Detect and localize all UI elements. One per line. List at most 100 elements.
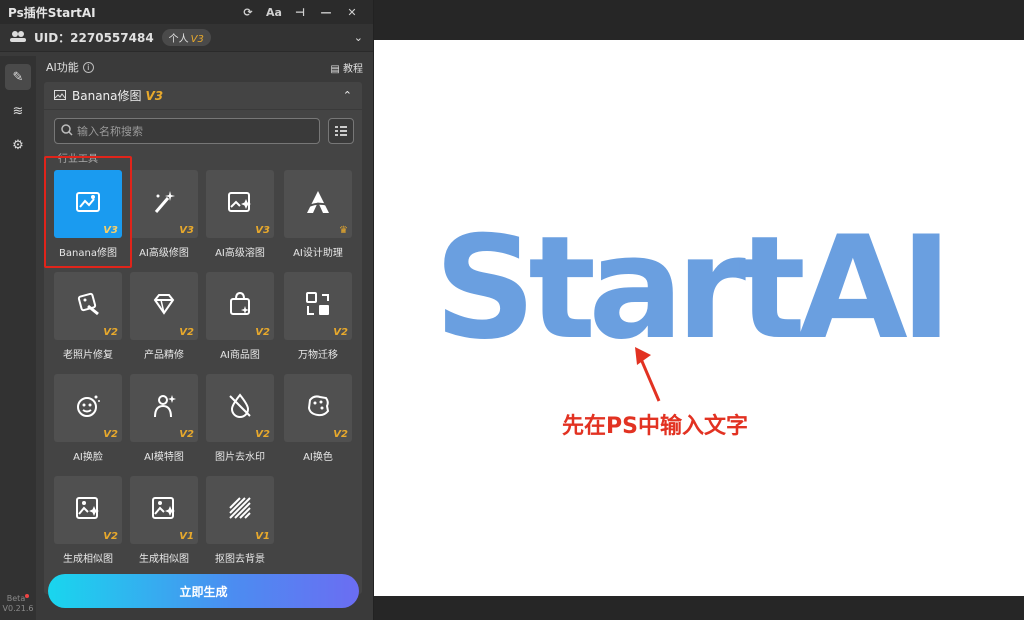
tool-tile-box[interactable]: V1: [206, 476, 274, 544]
tool-tile[interactable]: V2 图片去水印: [206, 374, 274, 463]
image-sparkle-icon: [226, 188, 254, 220]
list-view-icon: [335, 126, 347, 136]
similar-image-icon: [74, 494, 102, 526]
main-content: AI功能 i ▤ 教程 Banana修图 V3 ⌃ 行: [36, 56, 373, 620]
pin-icon[interactable]: ⊣: [287, 6, 313, 19]
tool-tile[interactable]: V2 AI模特图: [130, 374, 198, 463]
section-title: AI功能: [46, 61, 79, 74]
tool-tile[interactable]: V3 AI高级修图: [130, 170, 198, 259]
tool-tile[interactable]: V2 生成相似图: [54, 476, 122, 565]
left-sidebar: ✎ ≋ ⚙ Beta V0.21.6: [0, 56, 36, 620]
section-header: AI功能 i ▤ 教程: [36, 56, 373, 78]
edit-pen-icon[interactable]: ✎: [5, 64, 31, 90]
tool-tile-box[interactable]: V1: [130, 476, 198, 544]
shopping-bag-icon: [226, 290, 254, 322]
design-a-icon: [304, 188, 332, 220]
title-bar: Ps插件StartAI ⟳ Aa ⊣ — ✕: [0, 0, 373, 24]
font-size-icon[interactable]: Aa: [261, 6, 287, 19]
tool-tile-box[interactable]: V2: [130, 374, 198, 442]
version-badge: V2: [255, 327, 270, 338]
tool-tile[interactable]: V2 AI商品图: [206, 272, 274, 361]
users-icon: [10, 30, 26, 45]
search-icon: [61, 123, 73, 139]
palette-icon: [304, 392, 332, 424]
diamond-icon: [150, 290, 178, 322]
accordion-version: V3: [145, 88, 164, 103]
tool-tile-box[interactable]: V2: [54, 476, 122, 544]
version-badge: V2: [103, 327, 118, 338]
search-box[interactable]: [54, 118, 320, 144]
tool-tile[interactable]: V3 AI高级溶图: [206, 170, 274, 259]
remove-watermark-icon: [226, 392, 254, 424]
version-number: V0.21.6: [2, 604, 34, 613]
user-bar[interactable]: UID：2270557484 个人 V3 ⌄: [0, 24, 373, 52]
tool-tile[interactable]: V2 AI换色: [284, 374, 352, 463]
tool-tile-box[interactable]: V2: [54, 374, 122, 442]
tool-label: AI设计助理: [293, 248, 343, 259]
tool-label: AI高级修图: [139, 248, 189, 259]
tool-label: AI模特图: [144, 452, 184, 463]
beta-label: Beta: [0, 594, 36, 604]
version-badge: V1: [179, 531, 194, 542]
tool-tile[interactable]: V2 AI换脸: [54, 374, 122, 463]
document-canvas[interactable]: StartAI 先在PS中输入文字: [374, 40, 1024, 596]
magic-wand-icon: [150, 188, 178, 220]
tool-label: 产品精修: [144, 350, 184, 361]
version-badge: V2: [179, 429, 194, 440]
tool-label: 万物迁移: [298, 350, 338, 361]
tool-tile[interactable]: ♛ AI设计助理: [284, 170, 352, 259]
tool-tile-box[interactable]: V3: [130, 170, 198, 238]
tool-label: AI商品图: [220, 350, 260, 361]
user-id: UID：2270557484: [34, 31, 154, 45]
tool-tile[interactable]: V2 老照片修复: [54, 272, 122, 361]
image-icon: [54, 89, 66, 103]
selection-highlight-box: [44, 156, 132, 268]
tool-label: AI高级溶图: [215, 248, 265, 259]
version-badge: V3: [179, 225, 194, 236]
tool-tile[interactable]: V1 抠图去背景: [206, 476, 274, 565]
tool-tile-box[interactable]: V2: [54, 272, 122, 340]
remove-background-icon: [226, 494, 254, 526]
version-info: Beta V0.21.6: [0, 594, 36, 614]
accordion-header[interactable]: Banana修图 V3 ⌃: [44, 82, 362, 110]
tool-label: AI换色: [303, 452, 333, 463]
layers-icon[interactable]: ≋: [5, 98, 31, 124]
chevron-up-icon[interactable]: ⌃: [343, 89, 352, 102]
version-badge: V2: [103, 531, 118, 542]
version-badge: V2: [333, 327, 348, 338]
minimize-icon[interactable]: —: [313, 6, 339, 19]
tutorial-link[interactable]: ▤ 教程: [330, 60, 363, 75]
tier-level: V3: [190, 34, 204, 45]
version-badge: V2: [103, 429, 118, 440]
tool-label: 生成相似图: [139, 554, 189, 565]
tool-tile[interactable]: V2 万物迁移: [284, 272, 352, 361]
tool-tile-box[interactable]: V3: [206, 170, 274, 238]
tool-tile[interactable]: V2 产品精修: [130, 272, 198, 361]
tool-tile-box[interactable]: V2: [206, 272, 274, 340]
search-input[interactable]: [77, 124, 297, 138]
model-icon: [150, 392, 178, 424]
info-icon[interactable]: i: [82, 61, 94, 73]
tool-label: 生成相似图: [63, 554, 113, 565]
crown-icon: ♛: [339, 225, 348, 236]
photo-restore-icon: [74, 290, 102, 322]
refresh-icon[interactable]: ⟳: [235, 6, 261, 19]
version-badge: V2: [333, 429, 348, 440]
list-view-button[interactable]: [328, 118, 354, 144]
generate-button[interactable]: 立即生成: [48, 574, 359, 608]
tool-tile-box[interactable]: V2: [284, 374, 352, 442]
tool-tile-box[interactable]: ♛: [284, 170, 352, 238]
face-swap-icon: [74, 392, 102, 424]
tier-label: 个人: [168, 34, 189, 45]
tool-tile-box[interactable]: V2: [284, 272, 352, 340]
chevron-down-icon[interactable]: ⌄: [354, 31, 363, 44]
tool-label: 老照片修复: [63, 350, 113, 361]
tool-tile[interactable]: V1 生成相似图: [130, 476, 198, 565]
close-icon[interactable]: ✕: [339, 6, 365, 19]
tool-tile-box[interactable]: V2: [130, 272, 198, 340]
plugin-panel: Ps插件StartAI ⟳ Aa ⊣ — ✕ UID：2270557484 个人…: [0, 0, 374, 620]
tool-tile-box[interactable]: V2: [206, 374, 274, 442]
tier-badge: 个人 V3: [161, 29, 211, 46]
gear-icon[interactable]: ⚙: [5, 132, 31, 158]
tool-label: 图片去水印: [215, 452, 265, 463]
